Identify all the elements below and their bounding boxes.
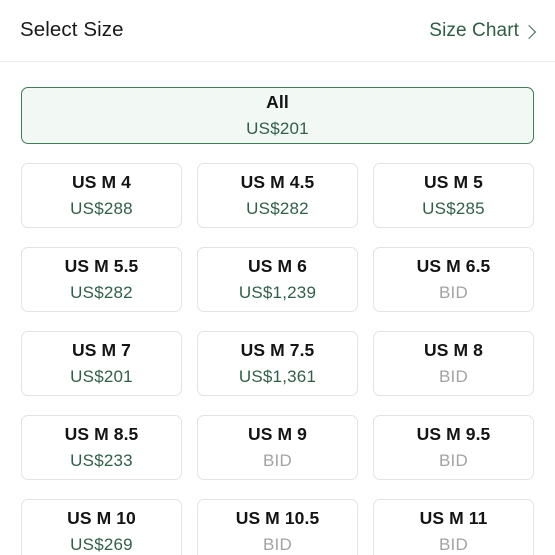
size-card-label: US M 4.5	[240, 172, 315, 193]
chevron-right-icon	[521, 24, 537, 39]
all-option-row: All US$201	[21, 87, 534, 144]
size-card[interactable]: US M 5.5 US$282	[21, 247, 182, 312]
size-chart-label: Size Chart	[429, 20, 519, 41]
size-card-price: BID	[439, 450, 468, 470]
size-card-price: BID	[263, 450, 292, 470]
size-card-price: US$282	[70, 282, 133, 302]
size-card-label: US M 7	[72, 340, 131, 361]
size-card-label: US M 8	[424, 340, 483, 361]
size-options-body: All US$201 US M 4 US$288 US M 4.5 US$282 US …	[0, 87, 555, 555]
size-card[interactable]: US M 10 US$269	[21, 499, 182, 555]
size-card-price: US$1,361	[238, 366, 317, 386]
size-chart-link[interactable]: Size Chart	[429, 20, 537, 41]
size-card-label: US M 6.5	[416, 256, 491, 277]
size-card-label: US M 11	[419, 508, 488, 529]
size-card-label: US M 10.5	[235, 508, 320, 529]
size-card[interactable]: US M 10.5 BID	[197, 499, 358, 555]
size-card-price: US$201	[246, 119, 309, 139]
size-card-label: US M 9	[248, 424, 307, 445]
size-card[interactable]: US M 7 US$201	[21, 331, 182, 396]
size-card-price: US$282	[246, 198, 309, 218]
size-card-label: US M 5.5	[64, 256, 139, 277]
size-card[interactable]: US M 11 BID	[373, 499, 534, 555]
size-grid: US M 4 US$288 US M 4.5 US$282 US M 5 US$285 US…	[21, 163, 534, 555]
size-card-label: US M 9.5	[416, 424, 491, 445]
size-card-label: US M 4	[72, 172, 131, 193]
size-card[interactable]: US M 8.5 US$233	[21, 415, 182, 480]
size-card-price: US$288	[70, 198, 133, 218]
page-title: Select Size	[20, 18, 124, 42]
size-card-price: BID	[439, 534, 468, 554]
header: Select Size Size Chart	[0, 0, 555, 62]
size-card[interactable]: US M 5 US$285	[373, 163, 534, 228]
size-card-price: BID	[439, 282, 468, 302]
size-card-label: US M 8.5	[64, 424, 139, 445]
size-card-label: US M 6	[248, 256, 307, 277]
size-card-price: US$285	[422, 198, 485, 218]
size-card[interactable]: US M 9 BID	[197, 415, 358, 480]
size-card-price: US$269	[70, 534, 133, 554]
size-card[interactable]: US M 7.5 US$1,361	[197, 331, 358, 396]
size-card[interactable]: US M 4.5 US$282	[197, 163, 358, 228]
size-card-label: All	[266, 91, 289, 112]
size-card-all[interactable]: All US$201	[21, 87, 534, 144]
size-card[interactable]: US M 6 US$1,239	[197, 247, 358, 312]
size-card-label: US M 10	[67, 508, 136, 529]
size-card[interactable]: US M 8 BID	[373, 331, 534, 396]
size-card-price: US$201	[70, 366, 133, 386]
size-card-label: US M 5	[424, 172, 483, 193]
size-card-price: BID	[439, 366, 468, 386]
size-card[interactable]: US M 4 US$288	[21, 163, 182, 228]
size-card[interactable]: US M 9.5 BID	[373, 415, 534, 480]
size-card-label: US M 7.5	[240, 340, 315, 361]
size-selector-screen: Select Size Size Chart All US$201 US M 4…	[0, 0, 555, 555]
size-card-price: BID	[263, 534, 292, 554]
size-card[interactable]: US M 6.5 BID	[373, 247, 534, 312]
size-card-price: US$233	[70, 450, 133, 470]
size-card-price: US$1,239	[238, 282, 317, 302]
